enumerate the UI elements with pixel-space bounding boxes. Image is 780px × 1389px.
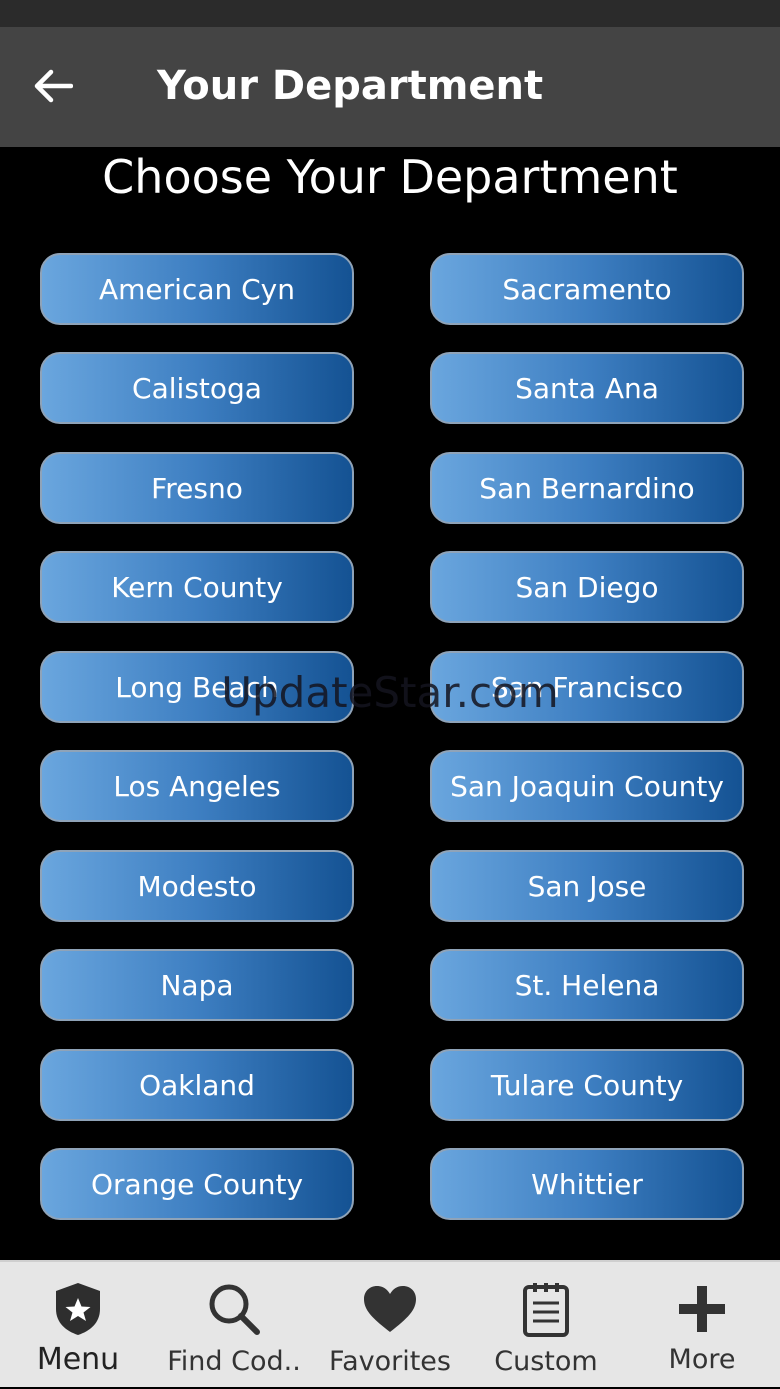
nav-label-custom: Custom — [494, 1346, 598, 1377]
nav-item-more[interactable]: More — [624, 1262, 780, 1389]
nav-item-custom[interactable]: Custom — [468, 1262, 624, 1389]
heart-icon — [364, 1286, 416, 1332]
department-button-orange-county[interactable]: Orange County — [40, 1148, 354, 1220]
badge-star-icon — [56, 1283, 100, 1335]
department-button-napa[interactable]: Napa — [40, 949, 354, 1021]
department-button-american-cyn[interactable]: American Cyn — [40, 253, 354, 325]
nav-label-find-codes: Find Cod.. — [167, 1346, 301, 1377]
clipboard-icon — [523, 1283, 569, 1337]
department-button-san-francisco[interactable]: San Francisco — [430, 651, 744, 723]
department-button-fresno[interactable]: Fresno — [40, 452, 354, 524]
department-button-san-jose[interactable]: San Jose — [430, 850, 744, 922]
department-grid: American Cyn Calistoga Fresno Kern Count… — [0, 0, 780, 1260]
nav-label-more: More — [668, 1344, 736, 1375]
department-button-los-angeles[interactable]: Los Angeles — [40, 750, 354, 822]
department-button-santa-ana[interactable]: Santa Ana — [430, 352, 744, 424]
department-button-long-beach[interactable]: Long Beach — [40, 651, 354, 723]
department-button-st-helena[interactable]: St. Helena — [430, 949, 744, 1021]
nav-item-favorites[interactable]: Favorites — [312, 1262, 468, 1389]
nav-item-find-codes[interactable]: Find Cod.. — [156, 1262, 312, 1389]
department-button-sacramento[interactable]: Sacramento — [430, 253, 744, 325]
department-button-san-diego[interactable]: San Diego — [430, 551, 744, 623]
department-button-oakland[interactable]: Oakland — [40, 1049, 354, 1121]
nav-label-favorites: Favorites — [329, 1346, 451, 1377]
search-icon — [209, 1284, 260, 1335]
department-button-kern-county[interactable]: Kern County — [40, 551, 354, 623]
department-button-calistoga[interactable]: Calistoga — [40, 352, 354, 424]
nav-item-menu[interactable]: Menu — [0, 1262, 156, 1389]
plus-icon — [679, 1286, 725, 1332]
department-button-whittier[interactable]: Whittier — [430, 1148, 744, 1220]
bottom-nav: Menu Find Cod.. Favorites Custom More — [0, 1260, 780, 1387]
department-button-san-joaquin-county[interactable]: San Joaquin County — [430, 750, 744, 822]
department-button-modesto[interactable]: Modesto — [40, 850, 354, 922]
department-button-san-bernardino[interactable]: San Bernardino — [430, 452, 744, 524]
nav-label-menu: Menu — [36, 1342, 120, 1377]
department-button-tulare-county[interactable]: Tulare County — [430, 1049, 744, 1121]
